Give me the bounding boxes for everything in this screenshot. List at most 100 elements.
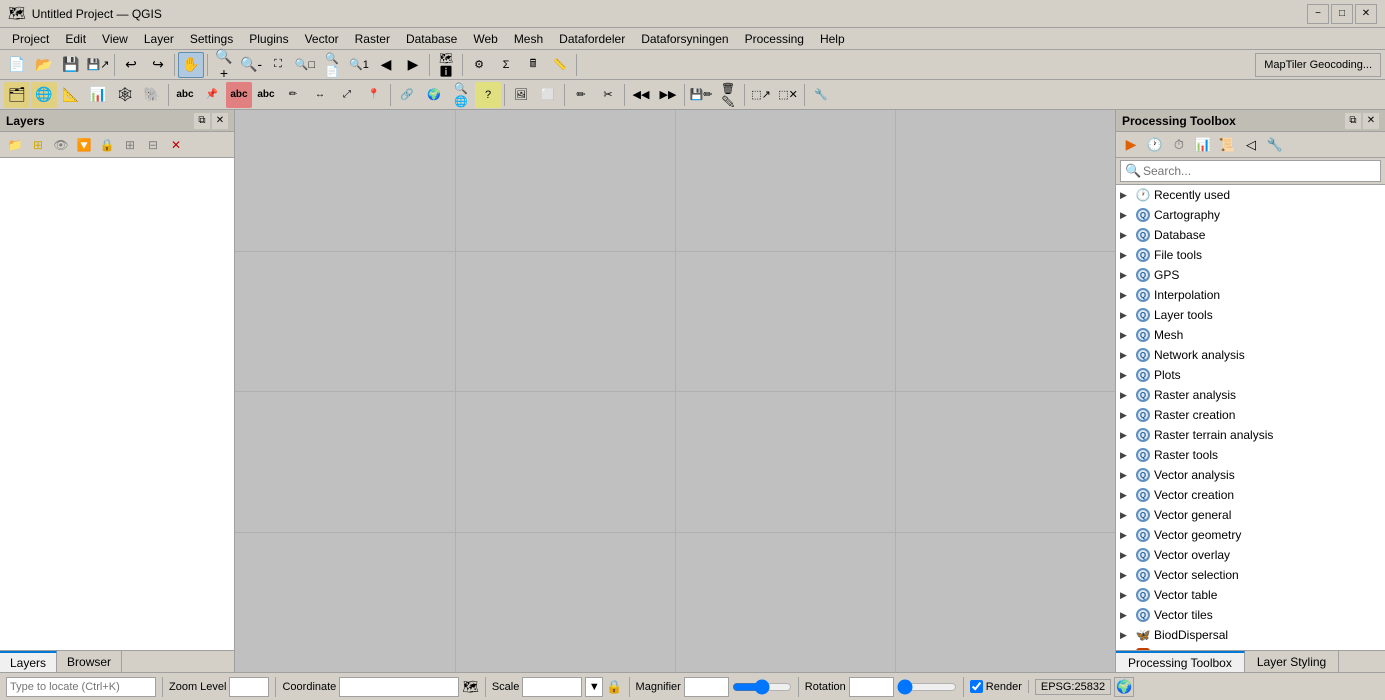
nav-fwd-button[interactable]: ▶▶ — [655, 82, 681, 108]
label-btn-6[interactable]: ↔ — [307, 82, 333, 108]
zoom-in-button[interactable]: 🔍+ — [211, 52, 237, 78]
tree-item[interactable]: ▶QCartography — [1116, 205, 1385, 225]
layers-add-group-btn[interactable]: 📁 — [4, 134, 26, 156]
proc-settings-btn[interactable]: 🔧 — [1264, 134, 1286, 156]
digitize-btn-3[interactable]: 📐 — [58, 82, 84, 108]
tree-item[interactable]: ▶🕐Recently used — [1116, 185, 1385, 205]
menu-dataforsyningen[interactable]: Dataforsyningen — [633, 30, 736, 48]
menu-vector[interactable]: Vector — [297, 30, 347, 48]
layers-tab-layers[interactable]: Layers — [0, 651, 57, 672]
identify-button[interactable]: 🗺ℹ — [433, 52, 459, 78]
layers-tab-browser[interactable]: Browser — [57, 651, 122, 672]
style-btn-2[interactable]: 🌍 — [421, 82, 447, 108]
tree-item[interactable]: ▶QVector selection — [1116, 565, 1385, 585]
tree-item[interactable]: ▶QRaster creation — [1116, 405, 1385, 425]
label-btn-7[interactable]: ⤢ — [334, 82, 360, 108]
search-input[interactable] — [1120, 160, 1381, 182]
menu-help[interactable]: Help — [812, 30, 853, 48]
proc-tab-toolbox[interactable]: Processing Toolbox — [1116, 651, 1245, 672]
tree-item[interactable]: ▶QPlots — [1116, 365, 1385, 385]
proc-models-btn[interactable]: 📊 — [1192, 134, 1214, 156]
tree-item[interactable]: ▶QVector tiles — [1116, 605, 1385, 625]
magnifier-input[interactable]: 100% — [684, 677, 729, 697]
layers-visibility-btn[interactable]: 👁 — [50, 134, 72, 156]
map-tips-button[interactable]: ⚙ — [466, 52, 492, 78]
zoom-native-button[interactable]: 🔍1 — [346, 52, 372, 78]
style-btn-3[interactable]: 🔍🌐 — [448, 82, 474, 108]
menu-database[interactable]: Database — [398, 30, 465, 48]
close-button[interactable]: ✕ — [1355, 4, 1377, 24]
menu-web[interactable]: Web — [465, 30, 505, 48]
epsg-badge[interactable]: EPSG:25832 — [1035, 679, 1111, 695]
digitize-btn-6[interactable]: 🐘 — [139, 82, 165, 108]
label-btn-8[interactable]: 📍 — [361, 82, 387, 108]
proc-tab-styling[interactable]: Layer Styling — [1245, 651, 1339, 672]
menu-mesh[interactable]: Mesh — [506, 30, 551, 48]
layers-panel-close-button[interactable]: ✕ — [212, 113, 228, 129]
tree-item[interactable]: ▶QVector general — [1116, 505, 1385, 525]
save-edits-button[interactable]: 💾✏ — [688, 82, 714, 108]
help-button[interactable]: ? — [475, 82, 501, 108]
rotation-input[interactable]: 0.0 ° — [849, 677, 894, 697]
proc-recent-btn[interactable]: ⏱ — [1168, 134, 1190, 156]
label-btn-4[interactable]: abc — [253, 82, 279, 108]
tree-item[interactable]: ▶QRaster terrain analysis — [1116, 425, 1385, 445]
tree-item[interactable]: ▶QRaster tools — [1116, 445, 1385, 465]
magnifier-slider[interactable] — [732, 679, 792, 695]
zoom-layer-button[interactable]: 🔍📄 — [319, 52, 345, 78]
tree-item[interactable]: ▶QRaster analysis — [1116, 385, 1385, 405]
rotation-slider[interactable] — [897, 679, 957, 695]
edit-btn-1[interactable]: ✏ — [568, 82, 594, 108]
layers-expand-btn[interactable]: ⊞ — [119, 134, 141, 156]
scale-dropdown-button[interactable]: ▼ — [585, 677, 603, 697]
tree-item[interactable]: ▶QVector analysis — [1116, 465, 1385, 485]
menu-datafordeler[interactable]: Datafordeler — [551, 30, 633, 48]
tree-item[interactable]: ▶QGPS — [1116, 265, 1385, 285]
processing-panel-close-button[interactable]: ✕ — [1363, 113, 1379, 129]
redo-button[interactable]: ↪ — [145, 52, 171, 78]
undo-button[interactable]: ↩ — [118, 52, 144, 78]
layers-add-btn[interactable]: ⊞ — [27, 134, 49, 156]
coordinate-input[interactable]: 725342,6175841 — [339, 677, 459, 697]
menu-view[interactable]: View — [94, 30, 136, 48]
label-btn-5[interactable]: ✏ — [280, 82, 306, 108]
zoom-next-button[interactable]: ▶ — [400, 52, 426, 78]
maximize-button[interactable]: □ — [1331, 4, 1353, 24]
menu-edit[interactable]: Edit — [57, 30, 94, 48]
label-btn-2[interactable]: 📌 — [199, 82, 225, 108]
print-button[interactable]: ⬜ — [535, 82, 561, 108]
style-btn-1[interactable]: 🔗 — [394, 82, 420, 108]
proc-history-btn[interactable]: 🕐 — [1144, 134, 1166, 156]
zoom-selected-button[interactable]: 🔍□ — [292, 52, 318, 78]
tree-item[interactable]: ▶QMesh — [1116, 325, 1385, 345]
edit-btn-2[interactable]: ✂ — [595, 82, 621, 108]
discard-edits-button[interactable]: 🗑✏ — [715, 82, 741, 108]
map-area[interactable] — [235, 110, 1115, 672]
proc-run-btn[interactable]: ▶ — [1120, 134, 1142, 156]
new-project-button[interactable]: 📄 — [4, 52, 30, 78]
scale-input[interactable]: 1:6740 — [522, 677, 582, 697]
layers-panel-float-button[interactable]: ⧉ — [194, 113, 210, 129]
digitize-btn-2[interactable]: 🌐 — [31, 82, 57, 108]
render-checkbox[interactable] — [970, 680, 983, 693]
tree-item[interactable]: ▶QVector table — [1116, 585, 1385, 605]
geocoding-button[interactable]: MapTiler Geocoding... — [1255, 53, 1381, 77]
label-btn-3[interactable]: abc — [226, 82, 252, 108]
digitize-btn-4[interactable]: 📊 — [85, 82, 111, 108]
tree-item[interactable]: ▶QDatabase — [1116, 225, 1385, 245]
proc-results-btn[interactable]: ◁ — [1240, 134, 1262, 156]
tree-item[interactable]: ▶QNetwork analysis — [1116, 345, 1385, 365]
select-features-button[interactable]: ⬚↗ — [748, 82, 774, 108]
tree-item[interactable]: ▶QVector creation — [1116, 485, 1385, 505]
label-btn-1[interactable]: abc — [172, 82, 198, 108]
open-project-button[interactable]: 📂 — [31, 52, 57, 78]
zoom-out-button[interactable]: 🔍- — [238, 52, 264, 78]
menu-project[interactable]: Project — [4, 30, 57, 48]
zoom-last-button[interactable]: ◀ — [373, 52, 399, 78]
menu-raster[interactable]: Raster — [347, 30, 398, 48]
processing-panel-float-button[interactable]: ⧉ — [1345, 113, 1361, 129]
layers-remove-btn[interactable]: ✕ — [165, 134, 187, 156]
measure-button[interactable]: 📏 — [547, 52, 573, 78]
menu-processing[interactable]: Processing — [737, 30, 812, 48]
tree-item[interactable]: ▶🦋BiodDispersal — [1116, 625, 1385, 645]
